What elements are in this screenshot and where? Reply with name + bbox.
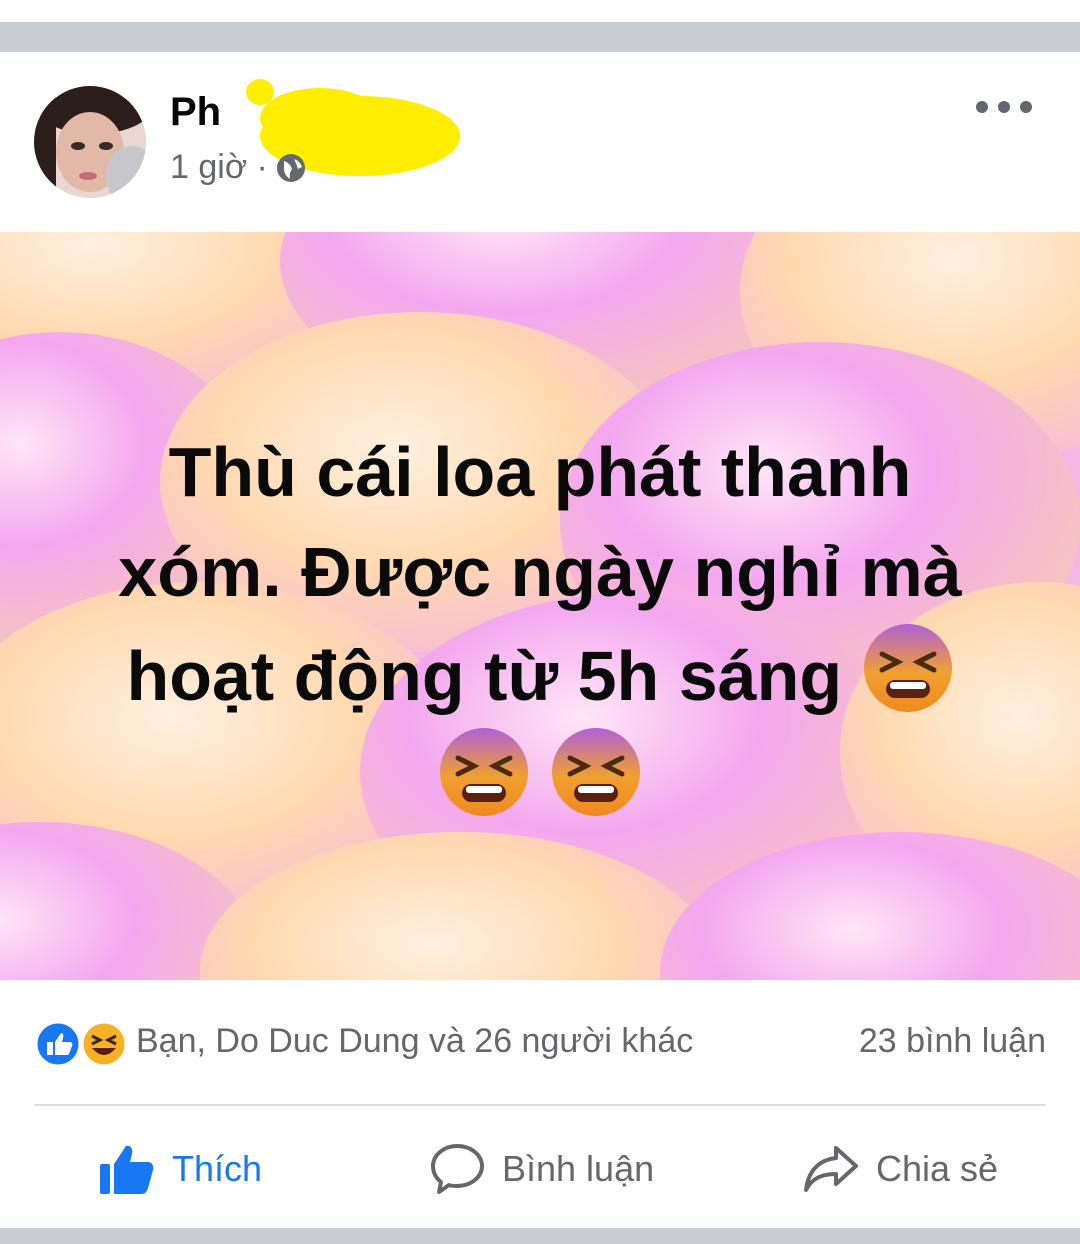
post-time[interactable]: 1 giờ · — [170, 148, 268, 187]
divider — [34, 1104, 1046, 1106]
haha-reaction-icon — [80, 1020, 128, 1068]
post-text-line: xóm. Được ngày nghỉ mà — [118, 533, 962, 611]
globe-icon — [276, 153, 305, 182]
share-button[interactable]: Chia sẻ — [802, 1140, 998, 1198]
post-background: Thù cái loa phát thanh xóm. Được ngày ng… — [0, 232, 1080, 980]
reaction-icons — [34, 1020, 128, 1068]
post-text-line-4 — [60, 726, 1020, 830]
top-blank — [0, 0, 1080, 22]
thumbs-up-icon — [100, 1145, 154, 1194]
post-text: Thù cái loa phát thanh xóm. Được ngày ng… — [60, 422, 1020, 830]
reactions-summary[interactable]: Bạn, Do Duc Dung và 26 người khác 23 bìn… — [0, 1000, 1080, 1090]
post-meta: 1 giờ · — [170, 148, 308, 187]
tired-face-emoji — [863, 624, 952, 712]
feed-separator — [0, 22, 1080, 52]
reaction-names[interactable]: Bạn, Do Duc Dung và 26 người khác — [136, 1022, 693, 1061]
comment-count[interactable]: 23 bình luận — [859, 1022, 1046, 1061]
feed-separator — [0, 1228, 1080, 1244]
comment-button[interactable]: Bình luận — [428, 1140, 654, 1198]
avatar[interactable] — [34, 86, 146, 198]
like-button[interactable]: Thích — [98, 1140, 262, 1198]
comment-label: Bình luận — [502, 1148, 655, 1189]
share-label: Chia sẻ — [876, 1148, 999, 1189]
more-options-icon[interactable] — [976, 92, 1032, 122]
post-header: Ph 1 giờ · — [0, 52, 1080, 232]
comment-icon — [431, 1144, 484, 1194]
share-icon — [804, 1146, 858, 1192]
like-label: Thích — [172, 1148, 263, 1189]
post-text-line: Thù cái loa phát thanh — [168, 433, 912, 511]
tired-face-emoji — [440, 728, 529, 816]
tired-face-emoji — [551, 728, 640, 816]
post-text-line-3: hoạt động từ 5h sáng — [60, 622, 1020, 726]
action-bar: Thích Bình luận Chia sẻ — [0, 1110, 1080, 1228]
